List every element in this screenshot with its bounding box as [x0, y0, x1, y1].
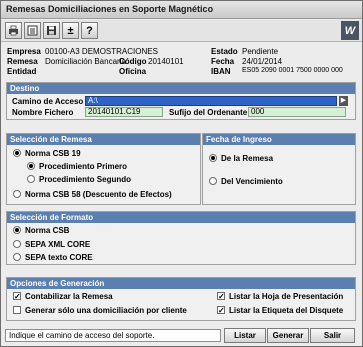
norma-csb19-label: Norma CSB 19	[25, 149, 81, 158]
radio-norma-csb[interactable]	[13, 226, 21, 234]
iban-value: ES05 2090 0001 7500 0000 000	[242, 67, 343, 74]
radio-procedimiento-segundo[interactable]	[27, 175, 35, 183]
logo-icon: W	[341, 21, 359, 40]
sufijo-input[interactable]: 000	[248, 107, 346, 117]
radio-norma-csb58[interactable]	[13, 190, 21, 198]
help-icon[interactable]: ?	[81, 22, 98, 39]
fecha-value: 24/01/2014	[242, 57, 283, 66]
remesa-value: Domiciliación Bancaria	[45, 57, 126, 66]
radio-sepa-xml[interactable]	[13, 240, 21, 248]
norma-csb-label: Norma CSB	[25, 226, 70, 235]
estado-value: Pendiente	[242, 47, 279, 56]
checkbox-hoja-presentacion[interactable]: ✓	[217, 292, 225, 301]
print-icon[interactable]	[5, 22, 22, 39]
radio-procedimiento-primero[interactable]	[27, 162, 35, 170]
empresa-label: Empresa	[7, 47, 41, 56]
sepa-xml-label: SEPA XML CORE	[25, 240, 91, 249]
nombre-label: Nombre Fichero	[12, 108, 74, 117]
fecha-ingreso-title: Fecha de Ingreso	[203, 134, 355, 145]
codigo-value: 20140101	[148, 57, 184, 66]
hoja-presentacion-label: Listar la Hoja de Presentación	[229, 292, 344, 301]
toolbar: ± ? W	[1, 20, 362, 42]
window-title: Remesas Domiciliaciones en Soporte Magné…	[6, 4, 214, 14]
de-la-remesa-label: De la Remesa	[221, 154, 274, 163]
entidad-label: Entidad	[7, 67, 37, 76]
nombre-input[interactable]: 20140101.C19	[85, 107, 163, 117]
procedimiento-primero-label: Procedimiento Primero	[39, 162, 128, 171]
opciones-title: Opciones de Generación	[7, 278, 355, 289]
remesa-label: Remesa	[7, 57, 38, 66]
checkbox-generar-una[interactable]	[13, 306, 21, 314]
sufijo-label: Sufijo del Ordenante	[169, 108, 248, 117]
camino-input[interactable]: A:\	[85, 96, 337, 106]
dialog-window: Remesas Domiciliaciones en Soporte Magné…	[0, 0, 363, 347]
estado-label: Estado	[211, 47, 238, 56]
salir-button[interactable]: Salir	[310, 328, 355, 343]
checkbox-contabilizar[interactable]: ✓	[13, 292, 21, 301]
save-icon[interactable]	[43, 22, 60, 39]
seleccion-formato-title: Selección de Formato	[7, 212, 355, 223]
generar-una-label: Generar sólo una domiciliación por clien…	[25, 306, 187, 315]
title-bar: Remesas Domiciliaciones en Soporte Magné…	[1, 1, 362, 19]
document-icon[interactable]	[24, 22, 41, 39]
empresa-value: 00100-A3 DEMOSTRACIONES	[45, 47, 158, 56]
norma-csb58-label: Norma CSB 58 (Descuento de Efectos)	[25, 190, 172, 199]
del-vencimiento-label: Del Vencimiento	[221, 177, 283, 186]
radio-sepa-texto[interactable]	[13, 253, 21, 261]
listar-button[interactable]: Listar	[224, 328, 266, 343]
iban-label: IBAN	[211, 67, 231, 76]
checkbox-etiqueta-disquete[interactable]: ✓	[217, 306, 225, 315]
radio-del-vencimiento[interactable]	[209, 177, 217, 185]
play-icon[interactable]: ▶	[339, 96, 348, 106]
fecha-ingreso-group: Fecha de Ingreso	[202, 133, 356, 205]
seleccion-remesa-title: Selección de Remesa	[7, 134, 200, 145]
destino-title: Destino	[7, 83, 355, 94]
oficina-label: Oficina	[119, 67, 147, 76]
contabilizar-label: Contabilizar la Remesa	[25, 292, 113, 301]
fecha-label: Fecha	[211, 57, 235, 66]
codigo-label: Código	[119, 57, 147, 66]
radio-de-la-remesa[interactable]	[209, 154, 217, 162]
generar-button[interactable]: Generar	[267, 328, 309, 343]
camino-label: Camino de Acceso	[12, 97, 84, 106]
procedimiento-segundo-label: Procedimiento Segundo	[39, 175, 132, 184]
status-bar: Indique el camino de acceso del soporte.	[5, 329, 221, 342]
etiqueta-disquete-label: Listar la Etiqueta del Disquete	[229, 306, 344, 315]
plus-minus-icon[interactable]: ±	[62, 22, 79, 39]
radio-norma-csb19[interactable]	[13, 149, 21, 157]
sepa-texto-label: SEPA texto CORE	[25, 253, 93, 262]
